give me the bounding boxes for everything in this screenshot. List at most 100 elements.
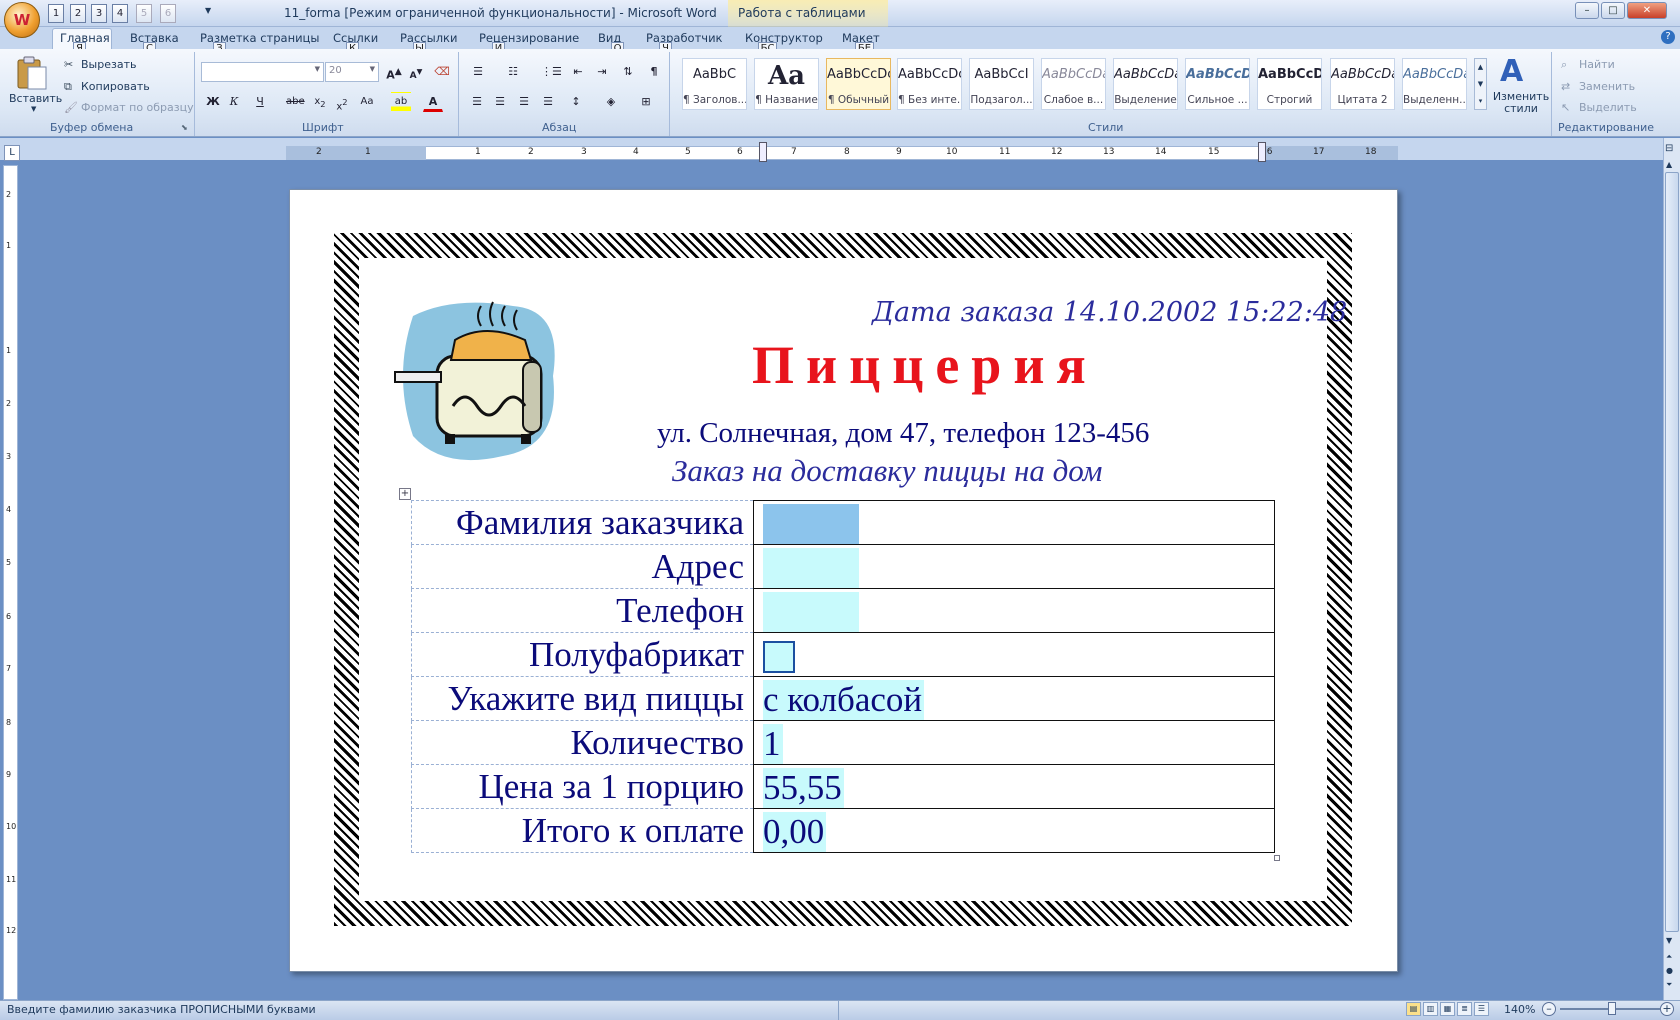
style-gallery-item[interactable]: AaBbCcDd Строгий <box>1257 58 1322 110</box>
superscript-icon[interactable]: x2 <box>332 92 352 112</box>
borders-icon[interactable]: ⊞ <box>636 92 656 112</box>
paste-icon[interactable] <box>14 55 50 91</box>
select-button[interactable]: Выделить <box>1579 101 1637 114</box>
paste-button[interactable]: Вставить <box>9 92 62 105</box>
justify-icon[interactable]: ☰ <box>538 92 558 112</box>
scroll-up-icon[interactable]: ▲ <box>1666 160 1672 169</box>
style-gallery-item[interactable]: AaBbCcDa Цитата 2 <box>1330 58 1395 110</box>
form-field[interactable]: 1 <box>763 723 783 764</box>
grow-font-icon[interactable]: A▲ <box>384 62 404 82</box>
tab-4[interactable]: Рассылки <box>400 31 457 45</box>
paste-dropdown-icon[interactable]: ▼ <box>31 105 36 113</box>
scroll-thumb[interactable] <box>1665 172 1679 932</box>
form-field[interactable]: 55,55 <box>763 767 844 808</box>
horizontal-ruler[interactable] <box>286 146 1398 160</box>
quick-access-button[interactable]: 4 <box>112 4 128 23</box>
draft-view-icon[interactable]: ☰ <box>1474 1002 1489 1016</box>
ruler-toggle-icon[interactable]: ⊟ <box>1665 143 1673 154</box>
select-browse-object-icon[interactable]: ● <box>1666 966 1673 975</box>
form-field[interactable] <box>763 547 859 588</box>
close-button[interactable]: ✕ <box>1627 2 1667 19</box>
sort-icon[interactable]: ⇅ <box>618 62 638 82</box>
subscript-icon[interactable]: x2 <box>310 92 330 112</box>
bullets-icon[interactable]: ☰ <box>468 62 488 82</box>
prev-page-icon[interactable]: ⏶ <box>1666 952 1672 962</box>
font-name-combo[interactable]: ▼ <box>201 62 324 82</box>
form-field[interactable] <box>763 591 859 632</box>
clear-format-icon[interactable]: ⌫ <box>432 62 452 82</box>
style-gallery-item[interactable]: AaBbCcDc ¶ Обычный <box>826 58 891 110</box>
help-icon[interactable]: ? <box>1661 30 1675 44</box>
indent-marker-icon[interactable] <box>759 142 767 162</box>
style-gallery-item[interactable]: Aa ¶ Название <box>754 58 819 110</box>
scroll-down-icon[interactable]: ▼ <box>1666 936 1672 945</box>
change-case-icon[interactable]: Aa <box>357 92 377 112</box>
line-spacing-icon[interactable]: ↕ <box>566 92 586 112</box>
shrink-font-icon[interactable]: A▼ <box>406 62 426 82</box>
field-cell[interactable]: 1 <box>753 720 1275 765</box>
zoom-slider-thumb[interactable] <box>1608 1002 1616 1015</box>
quick-access-button[interactable]: 5 <box>136 4 152 23</box>
maximize-button[interactable]: □ <box>1601 2 1625 19</box>
field-cell[interactable] <box>753 544 1275 589</box>
full-screen-reading-icon[interactable]: ▥ <box>1423 1002 1438 1016</box>
outline-view-icon[interactable]: ≣ <box>1457 1002 1472 1016</box>
next-page-icon[interactable]: ⏷ <box>1666 980 1672 990</box>
change-styles-button[interactable]: Изменить стили <box>1492 91 1550 115</box>
right-indent-marker-icon[interactable] <box>1258 142 1266 162</box>
align-left-icon[interactable]: ☰ <box>467 92 487 112</box>
find-button[interactable]: Найти <box>1579 58 1615 71</box>
web-layout-icon[interactable]: ▦ <box>1440 1002 1455 1016</box>
table-resize-handle-icon[interactable] <box>1274 855 1280 861</box>
align-right-icon[interactable]: ☰ <box>514 92 534 112</box>
form-field[interactable]: с колбасой <box>763 679 925 720</box>
bold-icon[interactable]: Ж <box>203 92 223 112</box>
quick-access-button[interactable]: 2 <box>70 4 86 23</box>
field-cell[interactable] <box>753 500 1275 545</box>
format-painter-button[interactable]: Формат по образцу <box>81 101 194 114</box>
highlight-icon[interactable]: ab <box>391 92 411 112</box>
show-marks-icon[interactable]: ¶ <box>644 62 664 82</box>
copy-button[interactable]: Копировать <box>81 80 150 93</box>
style-gallery-item[interactable]: AaBbCcDc ¶ Без инте... <box>897 58 962 110</box>
style-gallery-item[interactable]: AaBbC ¶ Заголов... <box>682 58 747 110</box>
zoom-level[interactable]: 140% <box>1504 1003 1535 1016</box>
field-cell[interactable]: 55,55 <box>753 764 1275 809</box>
underline-icon[interactable]: Ч <box>250 92 270 112</box>
office-button[interactable]: W <box>4 2 40 38</box>
multilevel-list-icon[interactable]: ⋮☰ <box>540 62 562 82</box>
customize-qat-icon[interactable]: ▼ <box>205 6 211 15</box>
field-cell[interactable] <box>753 588 1275 633</box>
table-move-handle-icon[interactable]: + <box>399 488 411 500</box>
semi-finished-checkbox[interactable] <box>763 641 795 674</box>
field-cell[interactable]: 0,00 <box>753 808 1275 853</box>
form-field[interactable]: 0,00 <box>763 811 827 852</box>
numbering-icon[interactable]: ☷ <box>503 62 523 82</box>
cut-button[interactable]: Вырезать <box>81 58 136 71</box>
style-gallery-item[interactable]: AaBbCcDa Слабое в... <box>1041 58 1106 110</box>
field-cell[interactable] <box>753 632 1275 677</box>
replace-button[interactable]: Заменить <box>1579 80 1635 93</box>
minimize-button[interactable]: – <box>1575 2 1599 19</box>
font-color-icon[interactable]: A <box>423 92 443 112</box>
zoom-in-icon[interactable]: + <box>1660 1002 1674 1016</box>
zoom-out-icon[interactable]: – <box>1542 1002 1556 1016</box>
style-gallery-item[interactable]: AaBbCcDa Выделение <box>1113 58 1178 110</box>
align-center-icon[interactable]: ☰ <box>490 92 510 112</box>
print-layout-view-icon[interactable]: ▤ <box>1406 1002 1421 1016</box>
style-gallery-item[interactable]: AaBbCcDa Сильное ... <box>1185 58 1250 110</box>
field-cell[interactable]: с колбасой <box>753 676 1275 721</box>
style-gallery-item[interactable]: AaBbCcDa Выделенн... <box>1402 58 1467 110</box>
dialog-launcher-icon[interactable]: ⬊ <box>181 123 188 132</box>
strikethrough-icon[interactable]: abe <box>285 92 305 112</box>
font-size-combo[interactable]: 20 ▼ <box>325 62 379 82</box>
tab-8[interactable]: Конструктор <box>745 31 823 45</box>
decrease-indent-icon[interactable]: ⇤ <box>568 62 588 82</box>
quick-access-button[interactable]: 1 <box>48 4 64 23</box>
styles-scroll[interactable]: ▲ ▼ ▾ <box>1474 58 1487 110</box>
quick-access-button[interactable]: 3 <box>91 4 107 23</box>
quick-access-button[interactable]: 6 <box>160 4 176 23</box>
style-gallery-item[interactable]: AaBbCcI Подзагол... <box>969 58 1034 110</box>
italic-icon[interactable]: К <box>224 92 244 112</box>
shading-icon[interactable]: ◈ <box>601 92 621 112</box>
